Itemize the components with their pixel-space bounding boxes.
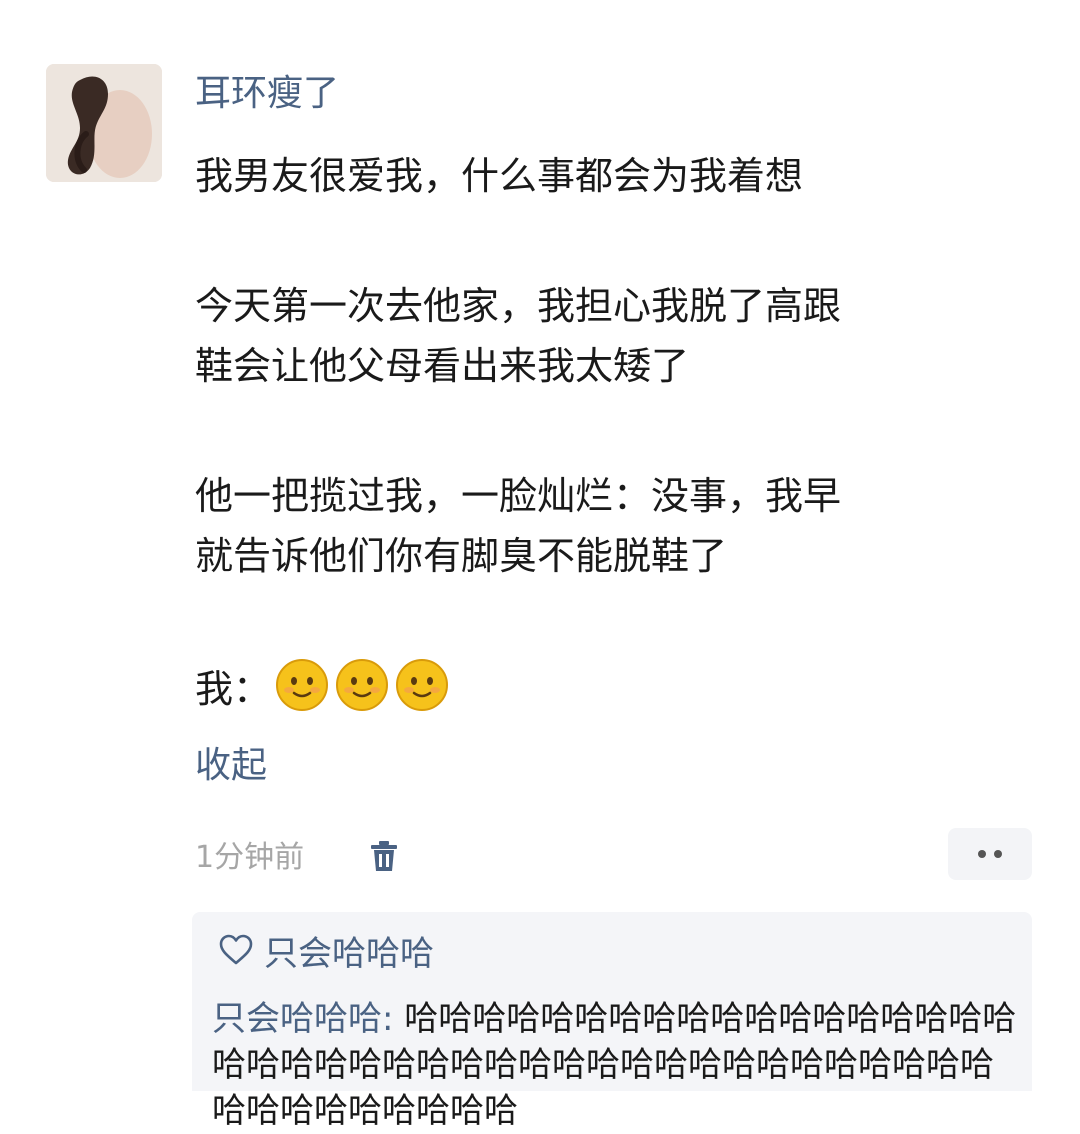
smile-emoji-icon	[275, 658, 329, 712]
comment-line: 他一把揽过我，一脸灿烂：没事，我早	[195, 474, 842, 518]
heart-icon[interactable]	[218, 933, 254, 967]
trash-icon[interactable]	[366, 838, 402, 874]
timestamp: 1分钟前	[195, 840, 305, 875]
more-icon	[978, 850, 986, 858]
comment-line: 鞋会让他父母看出来我太矮了	[195, 344, 690, 388]
likes-row: 只会哈哈哈	[218, 922, 434, 978]
more-icon	[994, 850, 1002, 858]
liked-by-name[interactable]: 只会哈哈哈	[264, 926, 434, 975]
comment-paragraph: 他一把揽过我，一脸灿烂：没事，我早 就告诉他们你有脚臭不能脱鞋了	[195, 466, 841, 586]
comment-paragraph: 我男友很爱我，什么事都会为我着想	[195, 146, 803, 206]
me-reaction-line: 我：	[195, 655, 449, 715]
smile-emoji-icon	[395, 658, 449, 712]
comment-line: 我男友很爱我，什么事都会为我着想	[195, 154, 804, 198]
collapse-link[interactable]: 收起	[195, 738, 267, 794]
reply-item: 只会哈哈哈: 哈哈哈哈哈哈哈哈哈哈哈哈哈哈哈哈哈哈哈哈哈哈哈哈哈哈哈哈哈哈哈哈哈…	[212, 996, 1018, 1134]
comment-line: 就告诉他们你有脚臭不能脱鞋了	[195, 534, 728, 578]
reply-separator: :	[382, 999, 405, 1039]
more-button[interactable]	[948, 828, 1032, 880]
comment-paragraph: 今天第一次去他家，我担心我脱了高跟 鞋会让他父母看出来我太矮了	[195, 276, 841, 396]
emoji-group	[275, 658, 449, 712]
comment-line: 今天第一次去他家，我担心我脱了高跟	[195, 284, 842, 328]
username[interactable]: 耳环瘦了	[195, 70, 339, 118]
avatar[interactable]	[46, 64, 162, 182]
reply-author[interactable]: 只会哈哈哈	[212, 999, 382, 1039]
smile-emoji-icon	[335, 658, 389, 712]
me-label: 我：	[195, 666, 272, 711]
